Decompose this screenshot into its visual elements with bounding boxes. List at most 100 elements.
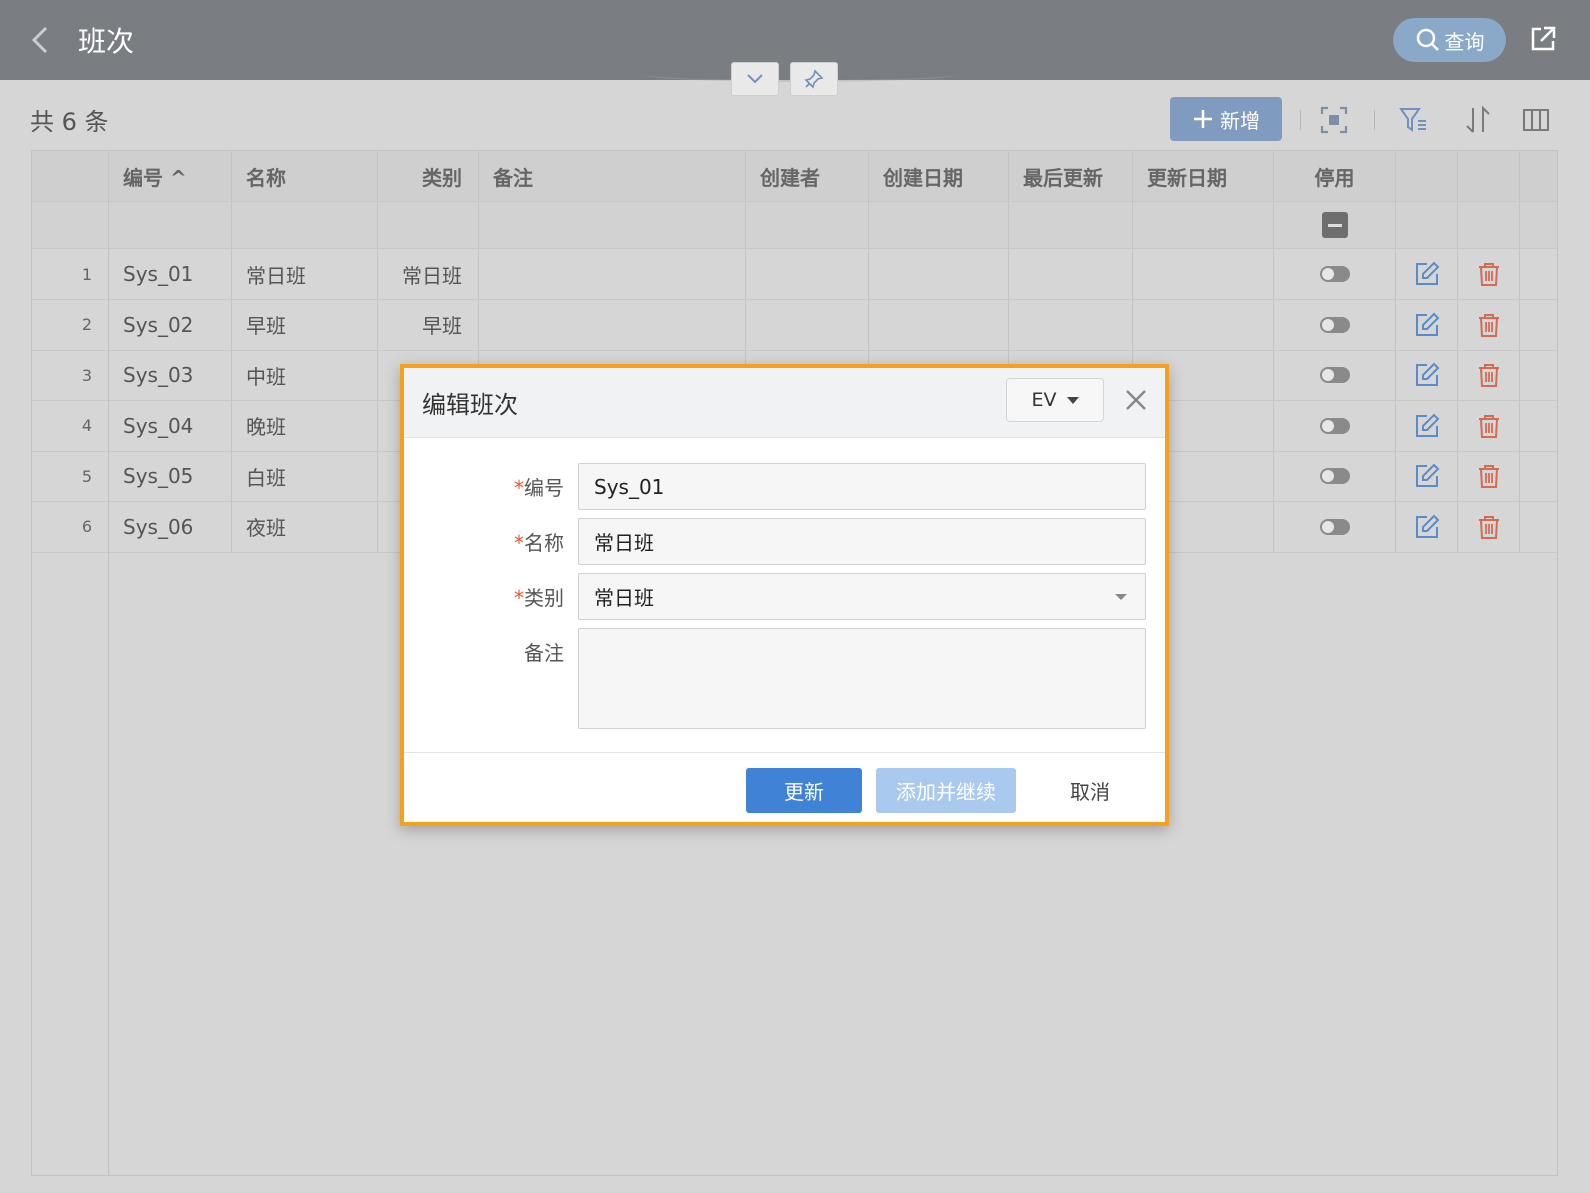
- row-disabled: [1274, 400, 1396, 451]
- row-filler: [1520, 502, 1557, 552]
- row-name: 晚班: [232, 400, 378, 451]
- table-row[interactable]: 1 Sys_01 常日班 常日班: [32, 249, 1557, 300]
- edit-icon[interactable]: [1413, 311, 1441, 339]
- row-filler: [1520, 401, 1557, 451]
- type-label: *类别: [514, 586, 564, 610]
- disabled-filter-checkbox[interactable]: [1321, 212, 1348, 238]
- row-index: 3: [32, 350, 109, 400]
- search-label: 查询: [1444, 29, 1485, 54]
- disabled-toggle[interactable]: [1319, 518, 1350, 535]
- filter-cell: [1396, 202, 1458, 248]
- required-mark: *: [514, 531, 524, 555]
- delete-icon[interactable]: [1475, 260, 1503, 288]
- row-filler: [1520, 249, 1557, 299]
- filter-create-date[interactable]: [869, 202, 1009, 248]
- filter-icon[interactable]: [1398, 104, 1430, 136]
- row-name: 白班: [232, 451, 378, 501]
- filter-filler: [1520, 202, 1557, 248]
- filter-updater[interactable]: [1009, 202, 1133, 248]
- search-button[interactable]: 查询: [1393, 18, 1506, 62]
- delete-icon[interactable]: [1475, 361, 1503, 389]
- language-value: EV: [1031, 389, 1057, 411]
- row-note: [479, 299, 746, 350]
- edit-icon[interactable]: [1413, 361, 1441, 389]
- row-delete: [1458, 400, 1520, 451]
- disabled-toggle[interactable]: [1319, 417, 1350, 434]
- edit-icon[interactable]: [1413, 412, 1441, 440]
- pin-icon: [804, 69, 824, 89]
- filter-note[interactable]: [479, 202, 746, 248]
- sort-icon[interactable]: [1462, 104, 1494, 136]
- header-name[interactable]: 名称: [232, 151, 378, 201]
- caret-down-icon: [1115, 594, 1127, 600]
- row-disabled: [1274, 451, 1396, 501]
- delete-icon[interactable]: [1475, 462, 1503, 490]
- disabled-toggle[interactable]: [1319, 316, 1350, 333]
- close-icon[interactable]: [1122, 386, 1150, 414]
- header-creator[interactable]: 创建者: [746, 151, 869, 201]
- row-filler: [1520, 451, 1557, 501]
- delete-icon[interactable]: [1475, 513, 1503, 541]
- filter-name[interactable]: [232, 202, 378, 248]
- row-create-date: [869, 299, 1009, 350]
- filter-type[interactable]: [378, 202, 479, 248]
- header-updater[interactable]: 最后更新: [1009, 151, 1133, 201]
- collapse-button[interactable]: [731, 62, 779, 96]
- row-delete: [1458, 451, 1520, 501]
- header-note[interactable]: 备注: [479, 151, 746, 201]
- row-name: 夜班: [232, 501, 378, 552]
- dialog-header: 编辑班次 EV: [404, 368, 1165, 438]
- row-creator: [746, 249, 869, 299]
- add-button[interactable]: 新增: [1170, 97, 1282, 141]
- delete-icon[interactable]: [1475, 311, 1503, 339]
- cancel-button[interactable]: 取消: [1040, 768, 1140, 813]
- filter-code[interactable]: [109, 202, 232, 248]
- filter-update-date[interactable]: [1133, 202, 1274, 248]
- chevron-down-icon: [747, 74, 763, 84]
- filter-creator[interactable]: [746, 202, 869, 248]
- header-code[interactable]: 编号 ^: [109, 151, 232, 201]
- header-update-date[interactable]: 更新日期: [1133, 151, 1274, 201]
- row-delete: [1458, 350, 1520, 400]
- row-creator: [746, 299, 869, 350]
- pin-button[interactable]: [790, 62, 838, 96]
- row-name: 中班: [232, 350, 378, 400]
- table-row[interactable]: 2 Sys_02 早班 早班: [32, 299, 1557, 351]
- row-updater: [1009, 299, 1133, 350]
- header-delete: [1458, 151, 1520, 201]
- update-button[interactable]: 更新: [746, 768, 862, 813]
- back-icon[interactable]: [26, 22, 56, 58]
- row-edit: [1396, 501, 1458, 552]
- columns-icon[interactable]: [1520, 104, 1552, 136]
- disabled-toggle[interactable]: [1319, 468, 1350, 484]
- header-edit: [1396, 151, 1458, 201]
- export-icon[interactable]: [1528, 24, 1558, 54]
- edit-icon[interactable]: [1413, 462, 1441, 490]
- disabled-toggle[interactable]: [1319, 367, 1350, 383]
- header-create-date[interactable]: 创建日期: [869, 151, 1009, 201]
- header-disabled[interactable]: 停用: [1274, 151, 1396, 201]
- header-type[interactable]: 类别: [378, 151, 479, 201]
- note-textarea[interactable]: [578, 628, 1146, 729]
- fullscreen-icon[interactable]: [1318, 104, 1350, 136]
- language-select[interactable]: EV: [1006, 378, 1104, 422]
- dialog-footer-divider: [404, 752, 1165, 753]
- toolbar-divider: [1374, 110, 1375, 130]
- delete-icon[interactable]: [1475, 412, 1503, 440]
- row-edit: [1396, 350, 1458, 400]
- edit-icon[interactable]: [1413, 260, 1441, 288]
- minus-icon: [1327, 223, 1342, 227]
- edit-icon[interactable]: [1413, 513, 1441, 541]
- row-update-date: [1133, 299, 1274, 350]
- row-edit: [1396, 400, 1458, 451]
- row-index: 6: [32, 501, 109, 552]
- disabled-toggle[interactable]: [1319, 266, 1350, 282]
- code-input[interactable]: Sys_01: [578, 463, 1146, 510]
- add-continue-button[interactable]: 添加并继续: [876, 768, 1016, 813]
- name-input[interactable]: 常日班: [578, 518, 1146, 565]
- name-label: *名称: [514, 531, 564, 555]
- row-index: 5: [32, 451, 109, 501]
- type-select[interactable]: 常日班: [578, 573, 1146, 620]
- column-divider: [108, 249, 109, 1175]
- filter-cell: [1458, 202, 1520, 248]
